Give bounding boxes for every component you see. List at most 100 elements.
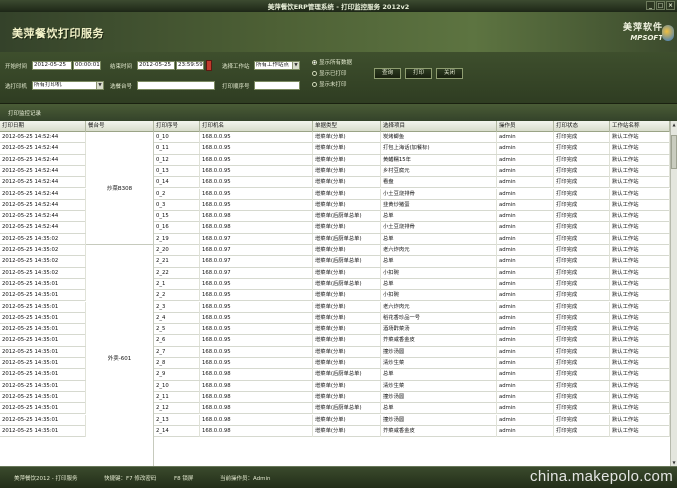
table-cell: 默认工作站 <box>610 324 670 336</box>
table-cell: 增菜单(分单) <box>313 425 381 437</box>
table-cell: 默认工作站 <box>610 335 670 347</box>
table-cell: 增菜单(分单) <box>313 346 381 358</box>
table-cell: 168.0.0.95 <box>200 143 313 155</box>
table-cell: 2_11 <box>154 391 200 403</box>
table-cell: 0_14 <box>154 177 200 189</box>
table-cell: admin <box>497 346 554 358</box>
minimize-button[interactable]: _ <box>646 1 655 10</box>
table-cell: 2012-05-25 14:35:01 <box>0 335 86 347</box>
table-cell: 2012-05-25 14:52:44 <box>0 177 86 189</box>
close-window-button[interactable]: × <box>666 1 675 10</box>
table-cell: 2_19 <box>154 233 200 245</box>
table-cell: 打印完成 <box>554 346 610 358</box>
table-cell: 增菜单(分单) <box>313 267 381 279</box>
column-header[interactable]: 打印日期 <box>0 121 86 132</box>
vertical-scrollbar[interactable]: ▲ ▼ <box>670 121 677 466</box>
table-cell: 2012-05-25 14:52:44 <box>0 132 86 143</box>
table-cell: 0_16 <box>154 222 200 234</box>
print-button[interactable]: 打印 <box>405 68 432 79</box>
table-cell: 打印完成 <box>554 358 610 369</box>
table-cell: 2_1 <box>154 278 200 290</box>
table-cell: 增菜单(后厨单总单) <box>313 403 381 415</box>
print-no-input[interactable] <box>254 81 300 90</box>
column-header[interactable]: 选择项目 <box>381 121 497 132</box>
table-cell: 清炒生菜 <box>381 380 497 392</box>
column-header[interactable]: 操作员 <box>497 121 554 132</box>
table-cell: 默认工作站 <box>610 199 670 211</box>
column-header[interactable]: 餐台号 <box>86 121 154 132</box>
station-select[interactable]: 所有工作站点 ▼ <box>254 61 300 70</box>
table-cell: 默认工作站 <box>610 391 670 403</box>
end-time-input[interactable]: 23:59:59 <box>176 61 204 70</box>
table-cell: 增菜单(后厨单总单) <box>313 211 381 223</box>
table-cell: 打印完成 <box>554 391 610 403</box>
table-cell: 稻花香珍品一号 <box>381 312 497 324</box>
table-cell: 打印完成 <box>554 278 610 290</box>
table-cell: 打印完成 <box>554 414 610 426</box>
scroll-up-icon[interactable]: ▲ <box>671 121 677 128</box>
table-cell: admin <box>497 335 554 347</box>
table-cell: 打印完成 <box>554 211 610 223</box>
table-cell: 168.0.0.95 <box>200 324 313 336</box>
scroll-thumb[interactable] <box>671 135 677 169</box>
table-cell: 默认工作站 <box>610 312 670 324</box>
end-date-input[interactable]: 2012-05-25 <box>137 61 175 70</box>
radio-show-unprinted[interactable]: 显示未打印 <box>312 80 347 88</box>
column-header[interactable]: 打印机名 <box>200 121 313 132</box>
table-cell: 168.0.0.95 <box>200 358 313 369</box>
table-cell: 2012-05-25 14:35:01 <box>0 312 86 324</box>
table-cell: 黄鳝糯15年 <box>381 154 497 166</box>
table-cell: 老六炸肉元 <box>381 245 497 256</box>
table-cell: 2012-05-25 14:35:01 <box>0 391 86 403</box>
chevron-down-icon: ▼ <box>292 62 299 69</box>
column-header[interactable]: 打印状态 <box>554 121 610 132</box>
table-cell: 2012-05-25 14:35:02 <box>0 256 86 268</box>
table-cell: 打印完成 <box>554 369 610 381</box>
column-header[interactable]: 打印序号 <box>154 121 200 132</box>
table-cell: 2012-05-25 14:35:01 <box>0 346 86 358</box>
table-cell: 默认工作站 <box>610 132 670 143</box>
column-header[interactable]: 单据类型 <box>313 121 381 132</box>
table-cell: 2_14 <box>154 425 200 437</box>
table-cell: 0_12 <box>154 154 200 166</box>
window-controls: _ □ × <box>646 1 675 10</box>
table-cell: 默认工作站 <box>610 256 670 268</box>
station-label: 选择工作站 <box>222 64 250 70</box>
table-cell: 168.0.0.98 <box>200 403 313 415</box>
table-cell: admin <box>497 132 554 143</box>
table-cell: 炭烤鲫鱼 <box>381 132 497 143</box>
table-cell: 168.0.0.95 <box>200 278 313 290</box>
table-cell: 增菜单(分单) <box>313 414 381 426</box>
table-cell: admin <box>497 165 554 177</box>
table-cell: admin <box>497 188 554 200</box>
radio-show-all[interactable]: 显示所有数据 <box>312 58 352 66</box>
time-spinner[interactable] <box>206 60 212 71</box>
column-header[interactable]: 工作站名称 <box>610 121 670 132</box>
query-button[interactable]: 查询 <box>374 68 401 79</box>
table-cell: 乡村豆腐元 <box>381 165 497 177</box>
table-cell: 168.0.0.98 <box>200 369 313 381</box>
status-shortcut: 快捷键：F7 修改密码 <box>104 476 157 482</box>
close-button[interactable]: 关闭 <box>436 68 463 79</box>
table-cell: 增菜单(分单) <box>313 132 381 143</box>
table-cell: admin <box>497 154 554 166</box>
table-cell: 2012-05-25 14:52:44 <box>0 211 86 223</box>
start-time-input[interactable]: 00:00:01 <box>73 61 101 70</box>
table-cell: 2012-05-25 14:35:02 <box>0 267 86 279</box>
radio-show-printed[interactable]: 显示已打印 <box>312 69 347 77</box>
table-cell: 撞炒汤圆 <box>381 414 497 426</box>
table-cell: 2_5 <box>154 324 200 336</box>
table-cell: 2012-05-25 14:35:02 <box>0 233 86 245</box>
table-cell: 168.0.0.95 <box>200 177 313 189</box>
seat-input[interactable] <box>137 81 215 90</box>
table-cell: 增菜单(分单) <box>313 312 381 324</box>
scroll-down-icon[interactable]: ▼ <box>671 459 677 466</box>
maximize-button[interactable]: □ <box>656 1 665 10</box>
table-cell: 打印完成 <box>554 380 610 392</box>
printer-select[interactable]: 所有打印机 ▼ <box>32 81 104 90</box>
table-cell: 增菜单(后厨单总单) <box>313 233 381 245</box>
printer-label: 选打印机 <box>5 84 28 90</box>
table-cell: admin <box>497 369 554 381</box>
start-date-input[interactable]: 2012-05-25 <box>32 61 72 70</box>
table-cell: 默认工作站 <box>610 425 670 437</box>
